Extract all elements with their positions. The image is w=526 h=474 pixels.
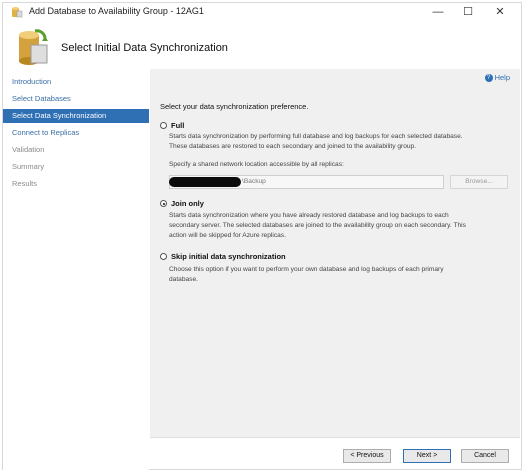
previous-button[interactable]: < Previous [343,449,391,463]
nav-item-validation: Validation [12,145,45,154]
wizard-window: Add Database to Availability Group - 12A… [2,2,522,471]
cancel-button[interactable]: Cancel [461,449,509,463]
option-join-only-label[interactable]: Join only [171,199,204,208]
nav-item-select-databases[interactable]: Select Databases [3,92,149,106]
nav-item-select-data-synchronization[interactable]: Select Data Synchronization [3,109,149,123]
radio-join-only[interactable] [160,200,167,207]
close-button[interactable]: ✕ [485,3,515,21]
minimize-button[interactable]: — [423,3,453,21]
option-join-desc-line-3: action will be skipped for Azure replica… [169,232,286,239]
option-skip-description: Choose this option if you want to perfor… [169,265,509,285]
maximize-button[interactable]: ☐ [453,3,483,21]
radio-full[interactable] [160,122,167,129]
browse-button[interactable]: Browse... [450,175,508,189]
title-bar: Add Database to Availability Group - 12A… [3,3,521,21]
nav-item-connect-to-replicas[interactable]: Connect to Replicas [3,126,149,140]
option-full-label[interactable]: Full [171,121,184,130]
redaction-mark [169,177,241,187]
help-label: Help [494,73,510,82]
footer-divider [150,437,520,438]
option-join-desc-line-1: Starts data synchronization where you ha… [169,212,449,219]
nav-item-results: Results [12,179,38,188]
option-skip-desc-line-2: database. [169,276,198,283]
option-skip-desc-line-1: Choose this option if you want to perfor… [169,266,444,273]
network-location-value: \Backup [242,178,266,185]
section-title: Select your data synchronization prefere… [160,102,309,111]
next-button[interactable]: Next > [403,449,451,463]
app-icon [12,7,23,18]
option-full-desc-line-2: These databases are restored to each sec… [169,143,417,150]
option-full-description: Starts data synchronization by performin… [169,132,509,152]
content-panel: ? Help Select your data synchronization p… [150,69,520,437]
help-icon: ? [484,74,493,83]
option-full-desc-line-1: Starts data synchronization by performin… [169,133,463,140]
page-title: Select Initial Data Synchronization [61,42,228,54]
nav-item-introduction[interactable]: Introduction [3,75,149,89]
wizard-nav: Introduction Select Databases Select Dat… [3,69,149,471]
help-link[interactable]: ? Help [484,73,510,83]
window-title: Add Database to Availability Group - 12A… [29,6,204,16]
option-skip-label[interactable]: Skip initial data synchronization [171,252,286,261]
page-header: Select Initial Data Synchronization [3,21,521,69]
nav-item-summary: Summary [12,162,45,171]
option-join-desc-line-2: secondary server. The selected databases… [169,222,466,229]
radio-skip[interactable] [160,253,167,260]
option-join-only-description: Starts data synchronization where you ha… [169,211,509,241]
database-icon [19,29,48,65]
network-location-label: Specify a shared network location access… [169,161,344,168]
